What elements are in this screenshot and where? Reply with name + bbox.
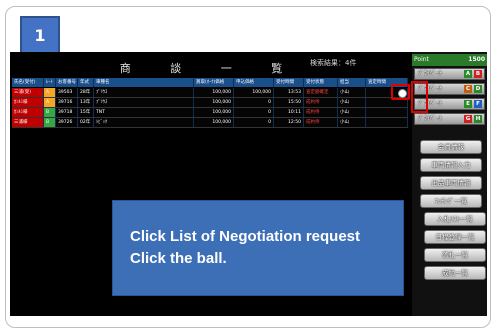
table-cell: 査定額確定 xyxy=(304,88,338,97)
point-label: Point xyxy=(414,56,429,63)
table-cell: 小山 xyxy=(338,108,366,117)
column-header[interactable]: 担当 xyxy=(338,78,366,87)
table-row[interactable]: ｶﾝﾙﾐ様 A 39716 13年 ﾌﾟﾘｳｽ 100,000 0 15:50 成約待 小山 xyxy=(12,98,408,108)
category-label: ﾌﾟﾗｲﾍﾞｰﾄ xyxy=(418,70,443,77)
table-cell: B xyxy=(44,118,56,127)
table-cell: 0 xyxy=(234,98,274,107)
column-header[interactable]: 受付時間 xyxy=(274,78,304,87)
sidebar-menu-button[interactable]: 出品車両情報 xyxy=(420,176,482,190)
sidebar-category[interactable]: ﾌﾟﾗｲﾍﾞｰﾄ A B xyxy=(414,68,485,80)
table-cell: 小山 xyxy=(338,118,366,127)
table-cell: A xyxy=(44,88,56,97)
table-cell xyxy=(366,108,408,117)
table-cell: 三浦様 xyxy=(12,118,44,127)
category-tag[interactable]: D xyxy=(474,85,482,93)
category-highlight xyxy=(411,81,428,113)
table-cell: 10:11 xyxy=(274,108,304,117)
table-cell: ﾌﾟﾘｳｽ xyxy=(94,88,194,97)
sidebar-menu-button[interactable]: 落札一覧 xyxy=(424,248,486,262)
table-cell: 100,000 xyxy=(234,88,274,97)
table-cell: 成約待 xyxy=(304,118,338,127)
table-cell: 39503 xyxy=(56,88,78,97)
category-tag[interactable]: E xyxy=(464,100,472,108)
callout-line-1: Click List of Negotiation request xyxy=(130,228,361,245)
table-cell: A xyxy=(44,98,56,107)
table-row[interactable]: 三浦(受) A 39503 28年 ﾌﾟﾘｳｽ 100,000 100,000 13:53 査定… xyxy=(12,88,408,98)
step-badge: 1 xyxy=(20,16,60,54)
sidebar-menu-button[interactable]: 会員情報 xyxy=(420,140,482,154)
instruction-callout: Click List of Negotiation request Click … xyxy=(112,200,404,296)
negotiation-ball-icon[interactable] xyxy=(398,89,407,98)
point-display: Point 1500 xyxy=(412,54,487,66)
category-tag[interactable]: H xyxy=(474,115,482,123)
column-header[interactable]: 申込価格 xyxy=(234,78,274,87)
column-header[interactable]: お客番号 xyxy=(56,78,78,87)
column-header[interactable]: 年式 xyxy=(78,78,94,87)
sidebar-category[interactable]: ﾌﾟﾗｲﾍﾞｰﾄ G H xyxy=(414,113,485,125)
table-cell: 13:53 xyxy=(274,88,304,97)
sidebar-menu-button[interactable]: 日程登録一覧 xyxy=(424,230,486,244)
table-row[interactable]: 三浦様 B 39726 02年 ｼﾋﾞｯｸ 100,000 0 12:50 成約待 小山 xyxy=(12,118,408,128)
category-tag[interactable]: G xyxy=(464,115,472,123)
table-cell: ｶﾝﾙﾐ様 xyxy=(12,98,44,107)
result-count: 検索結果：4件 xyxy=(310,59,357,67)
category-tag[interactable]: F xyxy=(474,100,482,108)
table-cell: 13年 xyxy=(78,98,94,107)
table-cell: 100,000 xyxy=(194,118,234,127)
table-cell: 100,000 xyxy=(194,108,234,117)
table-cell: 小山 xyxy=(338,88,366,97)
category-tag[interactable]: B xyxy=(474,70,482,78)
column-header[interactable]: 氏名(受付) xyxy=(12,78,44,87)
table-cell: ｶﾝﾙﾐ様 xyxy=(12,108,44,117)
callout-line-2: Click the ball. xyxy=(130,250,227,267)
app-window: 商 談 一 覧 検索結果：4件 氏名(受付) ﾚｰﾄ お客番号 年式 車種名 買取(ｵｰｸ… xyxy=(10,52,487,316)
table-cell: 15:50 xyxy=(274,98,304,107)
table-cell: TNT xyxy=(94,108,194,117)
table-cell: 三浦(受) xyxy=(12,88,44,97)
table-cell: 28年 xyxy=(78,88,94,97)
category-tag[interactable]: C xyxy=(464,85,472,93)
column-header[interactable]: ﾚｰﾄ xyxy=(44,78,56,87)
table-cell xyxy=(366,118,408,127)
table-cell: B xyxy=(44,108,56,117)
table-row[interactable]: ｶﾝﾙﾐ様 B 39718 15年 TNT 100,000 0 10:11 成約待 小山 xyxy=(12,108,408,118)
table-cell: ｼﾋﾞｯｸ xyxy=(94,118,194,127)
table-cell: 02年 xyxy=(78,118,94,127)
sidebar-menu-button[interactable]: 車両情報入力 xyxy=(420,158,482,172)
category-tag[interactable]: A xyxy=(464,70,472,78)
table-cell: 15年 xyxy=(78,108,94,117)
table-header: 氏名(受付) ﾚｰﾄ お客番号 年式 車種名 買取(ｵｰｸ)価格 申込価格 受付時間 受付状態担… xyxy=(12,78,408,87)
sidebar-menu-button[interactable]: ﾏｯﾁﾝｸﾞ一覧 xyxy=(420,194,482,208)
sidebar-menu-button[interactable]: 成約一覧 xyxy=(424,266,486,280)
table-cell: 39726 xyxy=(56,118,78,127)
table-cell: 100,000 xyxy=(194,98,234,107)
table-cell: 小山 xyxy=(338,98,366,107)
column-header[interactable]: 買取(ｵｰｸ)価格 xyxy=(194,78,234,87)
table-cell: 39716 xyxy=(56,98,78,107)
column-header[interactable]: 車種名 xyxy=(94,78,194,87)
table-cell: 12:50 xyxy=(274,118,304,127)
point-count: 1500 xyxy=(468,56,485,63)
table-cell: 0 xyxy=(234,118,274,127)
table-cell: ﾌﾟﾘｳｽ xyxy=(94,98,194,107)
table-cell: 0 xyxy=(234,108,274,117)
table-cell: 成約待 xyxy=(304,98,338,107)
category-label: ﾌﾟﾗｲﾍﾞｰﾄ xyxy=(418,115,443,122)
sidebar-menu-button[interactable]: 入札ﾘｽﾄ一覧 xyxy=(424,212,486,226)
column-header[interactable]: 受付状態 xyxy=(304,78,338,87)
table-cell: 成約待 xyxy=(304,108,338,117)
table-cell: 100,000 xyxy=(194,88,234,97)
table-cell: 39718 xyxy=(56,108,78,117)
